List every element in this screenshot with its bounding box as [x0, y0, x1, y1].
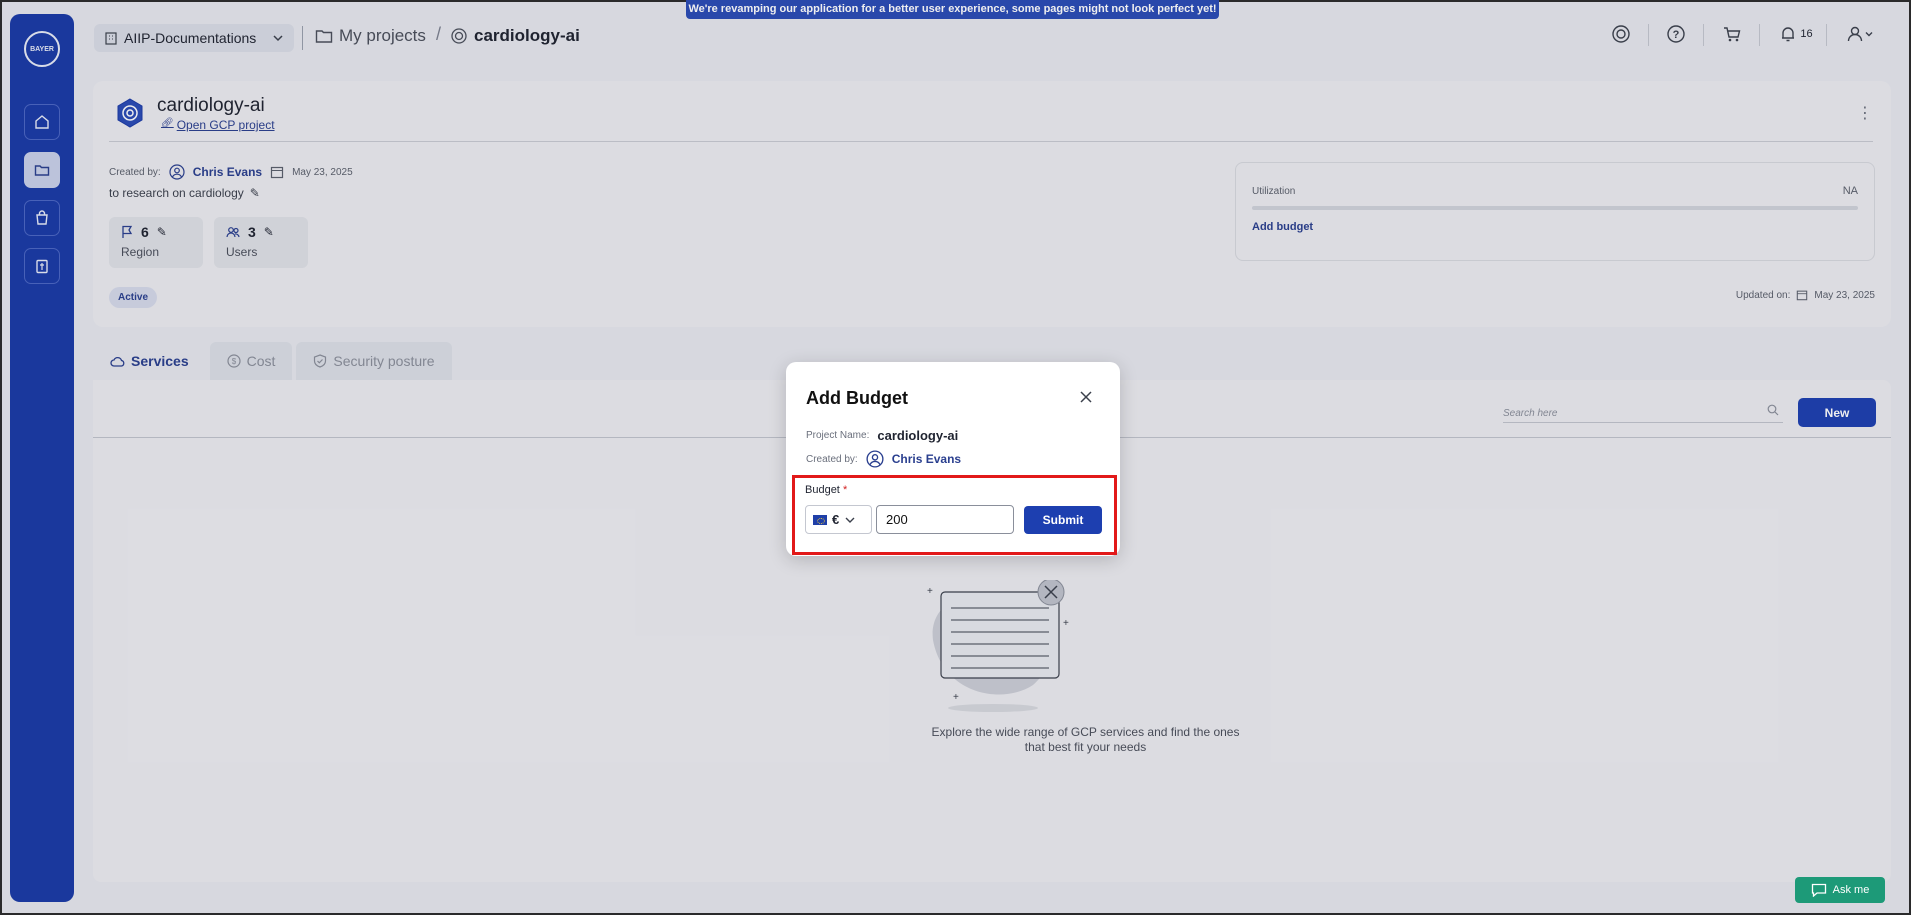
ask-me-button[interactable]: Ask me — [1795, 877, 1885, 903]
chevron-down-icon — [845, 517, 855, 523]
submit-button[interactable]: Submit — [1024, 506, 1102, 534]
currency-symbol: € — [832, 512, 840, 527]
close-icon[interactable] — [1078, 389, 1094, 405]
chat-icon — [1811, 883, 1826, 897]
project-name-value: cardiology-ai — [877, 428, 959, 443]
eu-flag-icon — [813, 514, 827, 525]
ask-me-label: Ask me — [1832, 884, 1870, 896]
budget-amount-input[interactable] — [876, 505, 1014, 534]
modal-created-by-row: Created by: Chris Evans — [806, 450, 961, 468]
currency-select[interactable]: € — [805, 505, 872, 534]
user-circle-icon — [866, 450, 884, 468]
modal-created-by-user[interactable]: Chris Evans — [892, 452, 961, 466]
project-name-label: Project Name: — [806, 430, 870, 441]
budget-label: Budget * — [805, 484, 847, 496]
required-marker: * — [842, 484, 848, 496]
modal-created-by-label: Created by: — [806, 453, 858, 465]
project-name-row: Project Name: cardiology-ai — [806, 428, 958, 443]
dialog-title: Add Budget — [806, 388, 908, 408]
budget-label-text: Budget — [805, 484, 840, 496]
